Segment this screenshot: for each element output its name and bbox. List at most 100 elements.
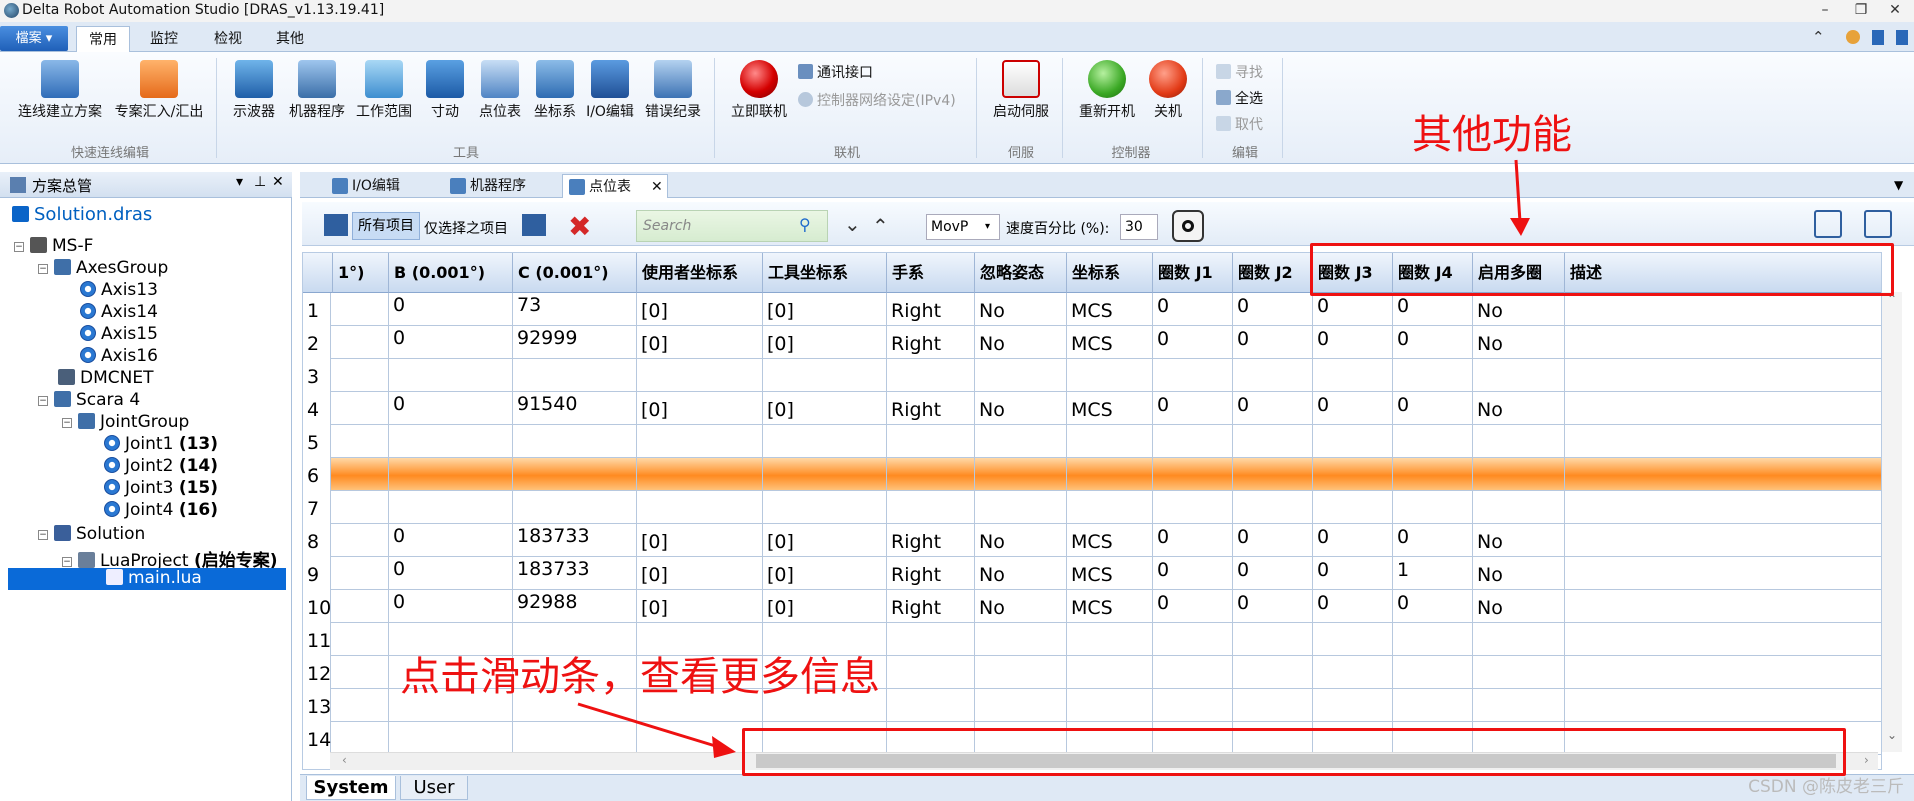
table-cell[interactable] — [887, 623, 975, 656]
table-cell[interactable]: [0] — [763, 557, 887, 590]
network-settings-button[interactable]: 控制器网络设定(IPv4) — [798, 90, 956, 110]
servo-on-button[interactable]: 启动伺服 — [986, 60, 1056, 128]
table-cell[interactable]: No — [975, 392, 1067, 425]
table-cell[interactable]: 0 — [1153, 557, 1233, 590]
all-items-toggle[interactable]: 所有项目 — [352, 212, 420, 240]
table-cell[interactable] — [1233, 359, 1313, 392]
tree-node-dmcnet[interactable]: DMCNET — [58, 368, 153, 388]
table-cell[interactable] — [513, 458, 637, 491]
table-cell[interactable] — [1565, 557, 1881, 590]
table-row[interactable]: 8 0 183733 [0] [0] Right No MCS 0 0 0 0 No — [303, 524, 1881, 557]
table-cell[interactable]: 0 — [1313, 326, 1393, 359]
table-cell[interactable]: 0 — [389, 557, 513, 590]
column-header[interactable]: B (0.001°) — [389, 253, 513, 293]
table-cell[interactable] — [333, 458, 389, 491]
table-cell[interactable] — [887, 656, 975, 689]
table-cell[interactable] — [975, 689, 1067, 722]
table-cell[interactable] — [637, 425, 763, 458]
row-number[interactable]: 7 — [303, 491, 331, 524]
row-number[interactable]: 8 — [303, 524, 331, 557]
table-cell[interactable] — [1393, 623, 1473, 656]
table-cell[interactable]: No — [1473, 524, 1565, 557]
table-row[interactable]: 3 — [303, 359, 1881, 392]
tab-io-edit[interactable]: I/O编辑 — [326, 174, 438, 198]
tree-node-solution[interactable]: − Solution — [38, 524, 145, 544]
table-cell[interactable]: 0 — [1233, 557, 1313, 590]
table-cell[interactable]: MCS — [1067, 326, 1153, 359]
selected-items-toggle[interactable]: 仅选择之项目 — [424, 218, 508, 238]
tree-node-axis[interactable]: Axis13 — [80, 280, 158, 300]
table-cell[interactable] — [333, 656, 389, 689]
table-cell[interactable] — [887, 491, 975, 524]
table-cell[interactable] — [975, 623, 1067, 656]
table-cell[interactable]: [0] — [763, 293, 887, 326]
close-button[interactable]: ✕ — [1880, 0, 1910, 20]
column-header[interactable]: 1°) — [333, 253, 389, 293]
table-cell[interactable] — [1393, 689, 1473, 722]
table-cell[interactable] — [887, 458, 975, 491]
table-cell[interactable] — [763, 359, 887, 392]
row-number[interactable]: 14 — [303, 722, 331, 755]
table-cell[interactable] — [333, 524, 389, 557]
row-number[interactable]: 9 — [303, 557, 331, 590]
table-cell[interactable]: [0] — [763, 392, 887, 425]
table-cell[interactable] — [1313, 623, 1393, 656]
table-cell[interactable] — [333, 590, 389, 623]
minimize-button[interactable]: – — [1810, 0, 1840, 20]
table-cell[interactable] — [1393, 458, 1473, 491]
table-cell[interactable] — [1067, 689, 1153, 722]
table-cell[interactable] — [333, 491, 389, 524]
find-button[interactable]: 寻找 — [1216, 62, 1263, 82]
column-header[interactable]: 圈数 J1 — [1153, 253, 1233, 293]
table-cell[interactable]: 73 — [513, 293, 637, 326]
table-cell[interactable] — [333, 425, 389, 458]
close-tab-icon[interactable]: ✕ — [651, 175, 663, 199]
collapse-icon[interactable]: − — [62, 557, 72, 567]
table-cell[interactable]: 0 — [1313, 524, 1393, 557]
table-cell[interactable] — [1565, 392, 1881, 425]
point-table-button[interactable]: 点位表 — [472, 60, 528, 128]
table-cell[interactable]: 183733 — [513, 557, 637, 590]
table-cell[interactable]: Right — [887, 524, 975, 557]
export-right-icon[interactable] — [522, 214, 546, 236]
table-cell[interactable]: Right — [887, 557, 975, 590]
table-cell[interactable] — [1393, 425, 1473, 458]
vertical-scrollbar[interactable]: ⌃ ⌄ — [1882, 292, 1902, 752]
collapse-icon[interactable]: − — [38, 396, 48, 406]
table-cell[interactable] — [1233, 623, 1313, 656]
table-cell[interactable]: MCS — [1067, 392, 1153, 425]
table-cell[interactable]: 0 — [1313, 590, 1393, 623]
row-number[interactable]: 2 — [303, 326, 331, 359]
table-cell[interactable]: 0 — [389, 392, 513, 425]
replace-button[interactable]: 取代 — [1216, 114, 1263, 134]
table-cell[interactable]: Right — [887, 326, 975, 359]
tab-list-dropdown-icon[interactable]: ▼ — [1894, 178, 1903, 192]
tree-node-jointgroup[interactable]: − JointGroup — [62, 412, 189, 432]
table-cell[interactable] — [1313, 656, 1393, 689]
tree-node-joint[interactable]: Joint1 (13) — [104, 434, 218, 454]
table-cell[interactable] — [389, 458, 513, 491]
table-cell[interactable]: 183733 — [513, 524, 637, 557]
table-cell[interactable] — [1473, 425, 1565, 458]
table-cell[interactable]: [0] — [637, 557, 763, 590]
table-cell[interactable] — [1153, 425, 1233, 458]
file-menu-button[interactable]: 檔案 ▾ — [0, 26, 68, 51]
import-left-icon[interactable] — [324, 214, 348, 236]
table-cell[interactable] — [1153, 491, 1233, 524]
table-cell[interactable]: 0 — [1153, 524, 1233, 557]
table-cell[interactable]: 0 — [1313, 392, 1393, 425]
import-file-icon[interactable] — [1814, 210, 1842, 238]
column-header[interactable]: 使用者坐标系 — [637, 253, 763, 293]
tree-node-axesgroup[interactable]: − AxesGroup — [38, 258, 168, 278]
pin-panel-icon[interactable]: ⊥ — [254, 174, 266, 190]
tab-common[interactable]: 常用 — [76, 26, 130, 52]
column-header[interactable]: 圈数 J2 — [1233, 253, 1313, 293]
table-cell[interactable] — [1473, 359, 1565, 392]
table-cell[interactable] — [1393, 656, 1473, 689]
table-cell[interactable]: 0 — [1233, 326, 1313, 359]
table-cell[interactable] — [1565, 590, 1881, 623]
row-number[interactable]: 10 — [303, 590, 331, 623]
row-number[interactable]: 13 — [303, 689, 331, 722]
table-cell[interactable]: 0 — [1393, 326, 1473, 359]
table-cell[interactable] — [389, 722, 513, 755]
